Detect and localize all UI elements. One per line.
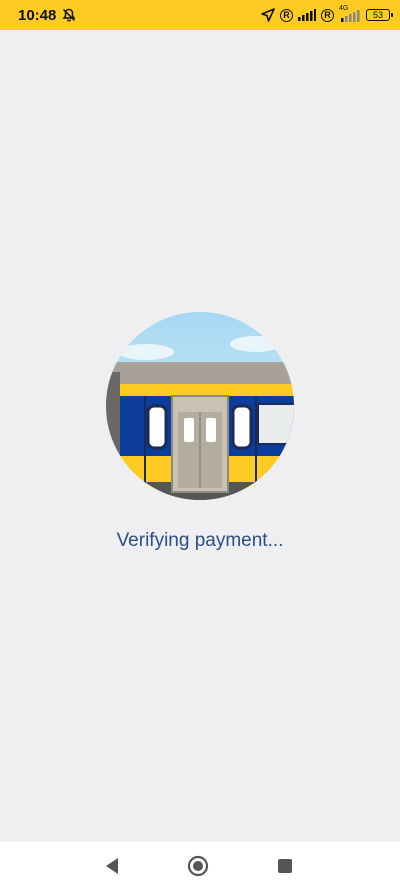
battery-icon: 53	[366, 9, 393, 21]
registered-icon: R	[321, 8, 334, 22]
signal-icon	[298, 9, 316, 21]
status-left: 10:48	[18, 7, 76, 24]
recents-icon[interactable]	[273, 854, 297, 878]
registered-icon: R	[280, 8, 293, 22]
clock: 10:48	[18, 6, 57, 24]
status-right: R R 4G 53	[261, 5, 393, 22]
train-door-illustration	[106, 312, 294, 500]
status-bar: 10:48 R R 4G 53	[0, 0, 400, 30]
signal-4g-icon: 4G	[339, 5, 361, 22]
back-icon[interactable]	[100, 854, 124, 878]
location-arrow-icon	[261, 8, 275, 22]
battery-level: 53	[372, 10, 383, 20]
navigation-bar	[0, 842, 400, 889]
verifying-payment-message: Verifying payment...	[116, 530, 284, 551]
bell-off-icon	[62, 8, 76, 22]
home-icon[interactable]	[186, 854, 210, 878]
